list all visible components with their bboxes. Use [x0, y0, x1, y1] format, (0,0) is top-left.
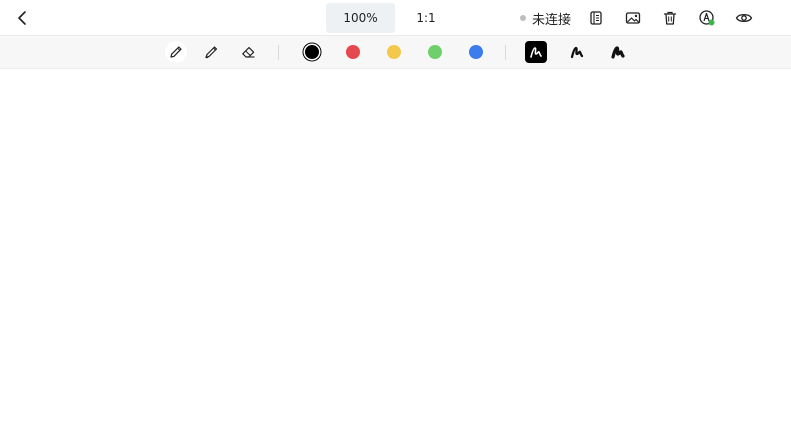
- drawing-toolbar: [0, 36, 791, 69]
- actual-size-button[interactable]: 1:1: [410, 9, 442, 27]
- connection-status-label: 未连接: [532, 12, 572, 28]
- color-green-swatch[interactable]: [428, 45, 442, 59]
- insert-image-button[interactable]: [623, 8, 643, 28]
- eraser-icon: [241, 47, 254, 58]
- zoom-level-label: 100%: [343, 11, 378, 25]
- pencil-tool-button[interactable]: [165, 41, 187, 63]
- pen-sync-icon: [699, 10, 715, 26]
- drawing-canvas[interactable]: [0, 69, 791, 445]
- color-red-swatch[interactable]: [346, 45, 360, 59]
- notebook-icon: [590, 11, 602, 25]
- stroke-thin-button[interactable]: [525, 41, 547, 63]
- color-blue-swatch[interactable]: [469, 45, 483, 59]
- color-yellow-swatch[interactable]: [387, 45, 401, 59]
- notebook-button[interactable]: [586, 8, 606, 28]
- image-icon: [625, 12, 641, 24]
- top-bar: 100% 1:1 未连接: [0, 0, 791, 36]
- zoom-level-button[interactable]: 100%: [326, 3, 395, 33]
- back-button[interactable]: [12, 7, 34, 29]
- highlighter-icon: [205, 46, 218, 59]
- preview-button[interactable]: [734, 8, 754, 28]
- connection-status: 未连接: [520, 8, 571, 28]
- stroke-thick-button[interactable]: [607, 41, 629, 63]
- eraser-tool-button[interactable]: [237, 41, 259, 63]
- pencil-icon: [170, 46, 182, 58]
- highlighter-tool-button[interactable]: [200, 41, 222, 63]
- stroke-medium-button[interactable]: [566, 41, 588, 63]
- toolbar-divider: [278, 45, 279, 60]
- eye-icon: [735, 13, 753, 23]
- delete-button[interactable]: [660, 8, 680, 28]
- trash-icon: [663, 11, 677, 25]
- stroke-thin-icon: [530, 47, 542, 58]
- sync-button[interactable]: [697, 8, 717, 28]
- actual-size-label: 1:1: [416, 11, 436, 25]
- stroke-medium-icon: [570, 46, 584, 59]
- toolbar-divider: [505, 45, 506, 60]
- connection-dot-icon: [520, 15, 526, 21]
- stroke-thick-icon: [611, 46, 625, 59]
- color-black-swatch[interactable]: [305, 45, 319, 59]
- chevron-left-icon: [18, 11, 26, 25]
